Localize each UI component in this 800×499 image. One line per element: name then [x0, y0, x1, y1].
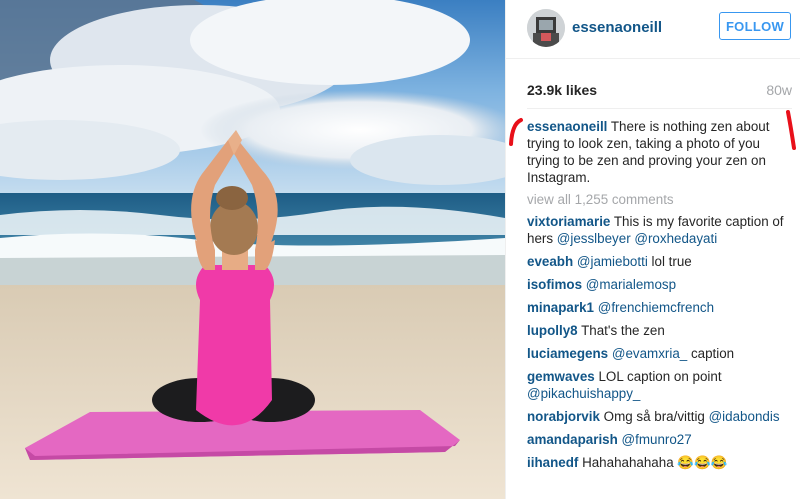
- comment-mention[interactable]: @idabondis: [709, 409, 780, 424]
- annotation-mark-left: [509, 118, 523, 146]
- comment: iihanedf Hahahahahaha 😂😂😂: [527, 454, 795, 471]
- comment-username[interactable]: eveabh: [527, 254, 573, 269]
- comment-username[interactable]: norabjorvik: [527, 409, 600, 424]
- post-details-panel: essenaoneill FOLLOW 23.9k likes 80w esse…: [505, 0, 800, 499]
- comment: norabjorvik Omg så bra/vittig @idabondis: [527, 408, 795, 425]
- comment-username[interactable]: isofimos: [527, 277, 582, 292]
- comment-mention[interactable]: @frenchiemcfrench: [598, 300, 714, 315]
- post-age[interactable]: 80w: [766, 82, 792, 98]
- comment-username[interactable]: luciamegens: [527, 346, 608, 361]
- comment-username[interactable]: minapark1: [527, 300, 594, 315]
- instagram-post: essenaoneill FOLLOW 23.9k likes 80w esse…: [0, 0, 800, 499]
- comment: isofimos @marialemosp: [527, 276, 795, 293]
- comment: luciamegens @evamxria_ caption: [527, 345, 795, 362]
- comment-text: LOL caption on point: [594, 369, 722, 384]
- comment-mention[interactable]: @fmunro27: [622, 432, 692, 447]
- beach-yoga-photo: [0, 0, 505, 499]
- comment-username[interactable]: lupolly8: [527, 323, 578, 338]
- view-all-comments-link[interactable]: view all 1,255 comments: [527, 191, 795, 208]
- comment-text-after: caption: [687, 346, 735, 361]
- comments-list: essenaoneill There is nothing zen about …: [527, 118, 795, 477]
- avatar[interactable]: [527, 9, 565, 47]
- comment-text: That's the zen: [577, 323, 665, 338]
- comment-mention[interactable]: @jamiebotti: [577, 254, 648, 269]
- avatar-image: [527, 9, 565, 47]
- comment-username[interactable]: iihanedf: [527, 455, 578, 470]
- comment: minapark1 @frenchiemcfrench: [527, 299, 795, 316]
- post-caption: essenaoneill There is nothing zen about …: [527, 118, 795, 186]
- comment-mention[interactable]: @evamxria_: [612, 346, 687, 361]
- comment: eveabh @jamiebotti lol true: [527, 253, 795, 270]
- comment: gemwaves LOL caption on point @pikachuis…: [527, 368, 795, 402]
- comment-username[interactable]: amandaparish: [527, 432, 618, 447]
- caption-username[interactable]: essenaoneill: [527, 119, 607, 134]
- comment: amandaparish @fmunro27: [527, 431, 795, 448]
- comment-mention[interactable]: @jesslbeyer @roxhedayati: [557, 231, 717, 246]
- comment-text-after: lol true: [647, 254, 692, 269]
- comment-username[interactable]: gemwaves: [527, 369, 595, 384]
- comment-mention[interactable]: @marialemosp: [586, 277, 676, 292]
- comment-text: Hahahahahaha 😂😂😂: [578, 455, 728, 470]
- comment-text: Omg så bra/vittig: [599, 409, 709, 424]
- divider: [527, 108, 792, 109]
- comment: lupolly8 That's the zen: [527, 322, 795, 339]
- comment: vixtoriamarie This is my favorite captio…: [527, 213, 795, 247]
- post-author-username[interactable]: essenaoneill: [572, 19, 662, 36]
- post-header: essenaoneill FOLLOW: [506, 0, 800, 59]
- annotation-mark-right: [786, 110, 796, 150]
- post-photo[interactable]: [0, 0, 505, 499]
- post-stats: 23.9k likes 80w: [527, 82, 792, 100]
- follow-button[interactable]: FOLLOW: [719, 12, 791, 40]
- comment-username[interactable]: vixtoriamarie: [527, 214, 610, 229]
- comment-mention[interactable]: @pikachuishappy_: [527, 386, 640, 401]
- likes-count[interactable]: 23.9k likes: [527, 82, 597, 98]
